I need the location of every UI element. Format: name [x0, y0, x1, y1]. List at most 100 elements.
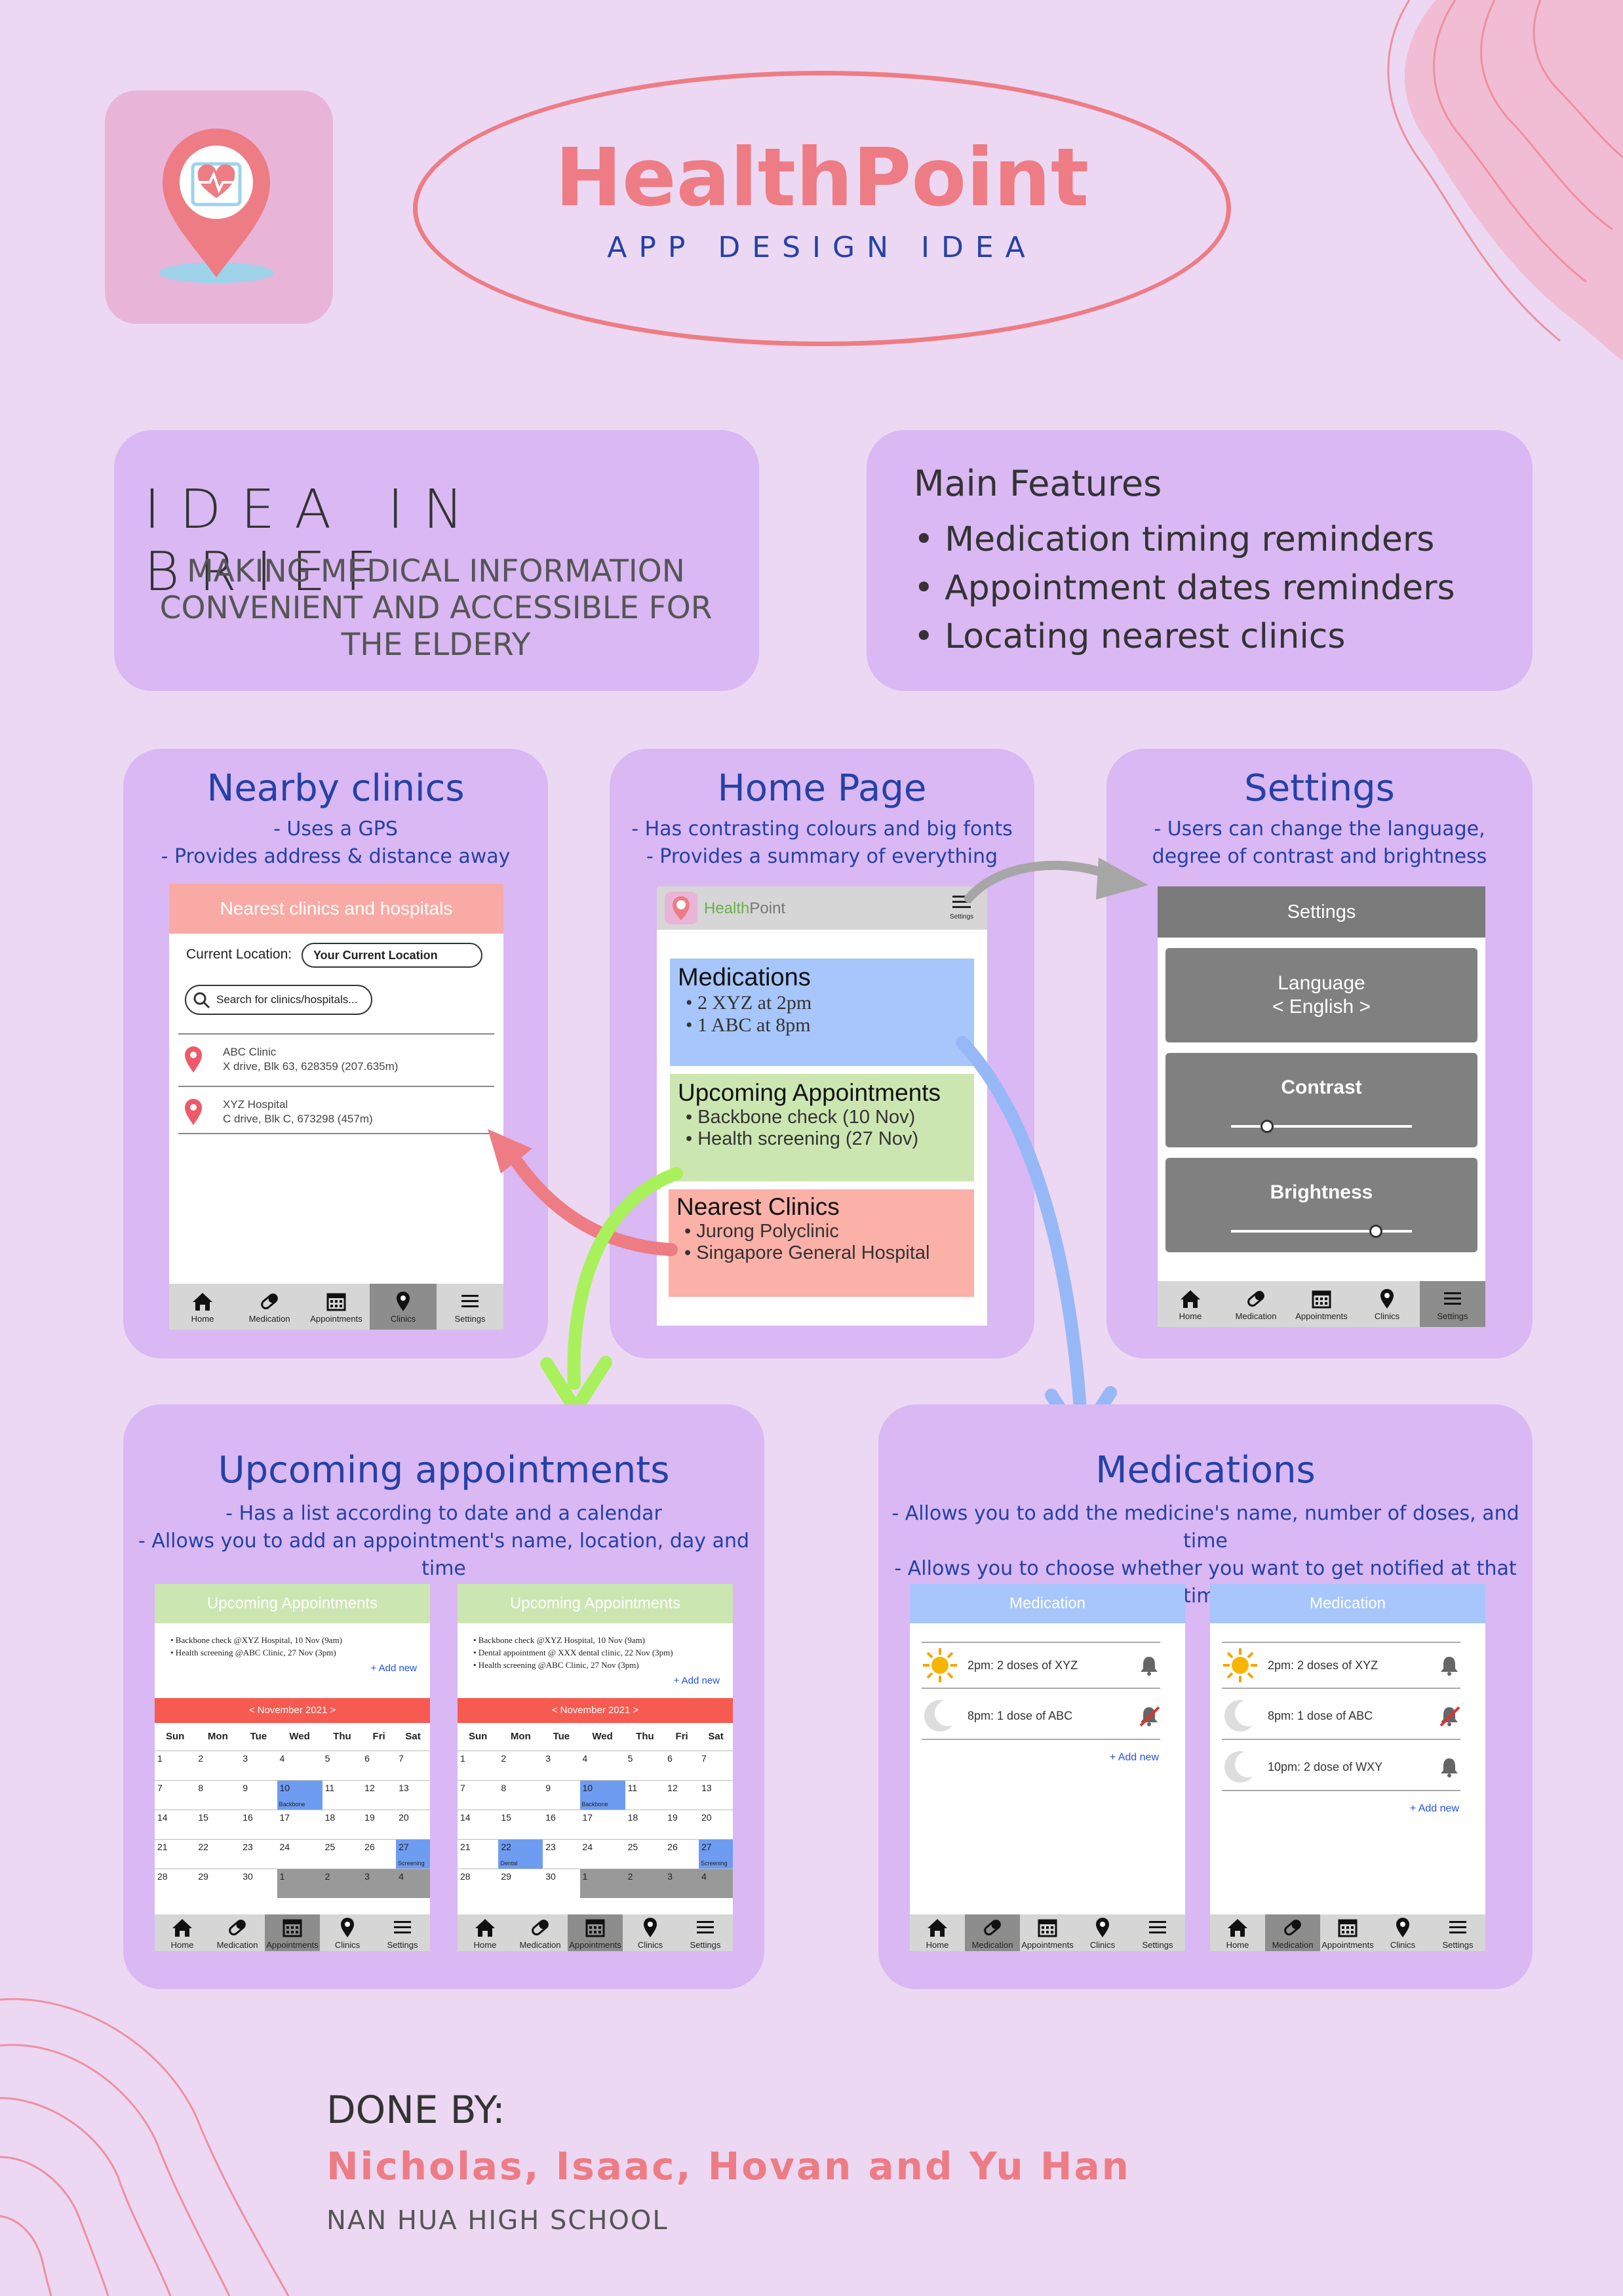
calendar-day[interactable]: 7 — [396, 1750, 430, 1780]
month-selector[interactable]: < November 2021 > — [155, 1698, 430, 1723]
calendar-day[interactable]: 12 — [665, 1779, 699, 1810]
calendar-day[interactable]: 5 — [625, 1750, 665, 1780]
medication-item[interactable]: 2pm: 2 doses of XYZ — [1222, 1642, 1460, 1689]
calendar-day[interactable]: 11 — [625, 1779, 665, 1810]
calendar-day[interactable]: 27 Screening — [396, 1838, 430, 1869]
calendar-day[interactable]: 4 — [699, 1868, 733, 1898]
calendar-day[interactable]: 2 — [498, 1750, 543, 1780]
calendar-day[interactable]: 18 — [322, 1809, 362, 1839]
appointment-item[interactable]: • Health screening @ABC Clinic, 27 Nov (… — [473, 1659, 673, 1671]
calendar-day[interactable]: 12 — [362, 1779, 397, 1810]
calendar-day[interactable]: 9 — [543, 1779, 580, 1810]
bell-icon[interactable] — [1438, 1756, 1460, 1778]
nav-item-home[interactable]: Home — [458, 1914, 513, 1951]
calendar-day[interactable]: 4 — [579, 1750, 625, 1780]
nav-item-settings[interactable]: Settings — [375, 1914, 430, 1951]
calendar-day[interactable]: 20 — [396, 1809, 430, 1839]
calendar-day[interactable]: 18 — [625, 1809, 665, 1839]
medication-item[interactable]: 8pm: 1 dose of ABC — [1222, 1693, 1460, 1740]
calendar-day[interactable]: 15 — [498, 1809, 543, 1839]
nav-item-home[interactable]: Home — [1210, 1914, 1265, 1951]
calendar-day[interactable]: 19 — [665, 1809, 699, 1839]
calendar-day[interactable]: 26 — [665, 1838, 699, 1869]
appointment-item[interactable]: • Backbone check @XYZ Hospital, 10 Nov (… — [170, 1634, 342, 1646]
calendar-day[interactable]: 23 — [543, 1838, 580, 1869]
calendar-day[interactable]: 2 — [625, 1868, 665, 1898]
nav-item-appointments[interactable]: Appointments — [1020, 1914, 1075, 1951]
calendar-day[interactable]: 28 — [155, 1868, 196, 1898]
calendar-day[interactable]: 22 Dental — [498, 1838, 543, 1869]
appointment-item[interactable]: • Health screening @ABC Clinic, 27 Nov (… — [170, 1646, 342, 1659]
calendar-day[interactable]: 8 — [498, 1779, 543, 1810]
calendar-day[interactable]: 22 — [195, 1838, 241, 1869]
calendar-day[interactable]: 17 — [277, 1809, 323, 1839]
calendar-day[interactable]: 1 — [458, 1750, 499, 1780]
nav-item-home[interactable]: Home — [910, 1914, 965, 1951]
calendar-day[interactable]: 29 — [498, 1868, 543, 1898]
calendar-day[interactable]: 27 Screening — [699, 1838, 733, 1869]
calendar-day[interactable]: 21 — [155, 1838, 196, 1869]
calendar-day[interactable]: 16 — [543, 1809, 580, 1839]
calendar-day[interactable]: 30 — [543, 1868, 580, 1898]
calendar-day[interactable]: 17 — [579, 1809, 625, 1839]
medication-item[interactable]: 8pm: 1 dose of ABC — [922, 1693, 1160, 1740]
calendar-day[interactable]: 1 — [579, 1868, 625, 1898]
calendar-day[interactable]: 7 — [699, 1750, 733, 1780]
calendar-day[interactable]: 19 — [362, 1809, 397, 1839]
appointment-item[interactable]: • Backbone check @XYZ Hospital, 10 Nov (… — [473, 1634, 673, 1646]
bell-off-icon[interactable] — [1438, 1705, 1460, 1727]
nav-item-settings[interactable]: Settings — [1430, 1914, 1485, 1951]
add-new-link[interactable]: + Add new — [1410, 1803, 1459, 1815]
calendar-day[interactable]: 3 — [240, 1750, 277, 1780]
add-new-link[interactable]: + Add new — [371, 1663, 417, 1674]
calendar-day[interactable]: 10 Backbone — [277, 1779, 323, 1810]
nav-item-clinics[interactable]: Clinics — [623, 1914, 678, 1951]
nav-item-medication[interactable]: Medication — [513, 1914, 568, 1951]
calendar-day[interactable]: 4 — [396, 1868, 430, 1898]
bell-icon[interactable] — [1438, 1654, 1460, 1676]
calendar-day[interactable]: 26 — [362, 1838, 397, 1869]
calendar-day[interactable]: 20 — [699, 1809, 733, 1839]
calendar-day[interactable]: 9 — [240, 1779, 277, 1810]
medication-item[interactable]: 10pm: 2 dose of WXY — [1222, 1744, 1460, 1791]
calendar-day[interactable]: 21 — [458, 1838, 499, 1869]
nav-item-clinics[interactable]: Clinics — [1075, 1914, 1130, 1951]
nav-item-appointments[interactable]: Appointments — [1320, 1914, 1375, 1951]
calendar-day[interactable]: 13 — [396, 1779, 430, 1810]
calendar-day[interactable]: 7 — [155, 1779, 196, 1810]
calendar-day[interactable]: 2 — [322, 1868, 362, 1898]
month-selector[interactable]: < November 2021 > — [458, 1698, 733, 1723]
nav-item-clinics[interactable]: Clinics — [1375, 1914, 1430, 1951]
calendar-day[interactable]: 6 — [665, 1750, 699, 1780]
add-new-link[interactable]: + Add new — [674, 1675, 720, 1686]
calendar-day[interactable]: 25 — [625, 1838, 665, 1869]
calendar-day[interactable]: 24 — [579, 1838, 625, 1869]
nav-item-medication[interactable]: Medication — [210, 1914, 265, 1951]
calendar-day[interactable]: 7 — [458, 1779, 499, 1810]
calendar-day[interactable]: 14 — [458, 1809, 499, 1839]
calendar-day[interactable]: 3 — [543, 1750, 580, 1780]
nav-item-clinics[interactable]: Clinics — [320, 1914, 375, 1951]
calendar-day[interactable]: 14 — [155, 1809, 196, 1839]
calendar-day[interactable]: 23 — [240, 1838, 277, 1869]
medication-item[interactable]: 2pm: 2 doses of XYZ — [922, 1642, 1160, 1689]
bell-off-icon[interactable] — [1138, 1705, 1160, 1727]
nav-item-settings[interactable]: Settings — [678, 1914, 733, 1951]
calendar-day[interactable]: 10 Backbone — [579, 1779, 625, 1810]
nav-item-appointments[interactable]: Appointments — [265, 1914, 320, 1951]
calendar-day[interactable]: 3 — [362, 1868, 397, 1898]
calendar-day[interactable]: 16 — [240, 1809, 277, 1839]
nav-item-settings[interactable]: Settings — [1130, 1914, 1185, 1951]
calendar-day[interactable]: 4 — [277, 1750, 323, 1780]
calendar-day[interactable]: 25 — [322, 1838, 362, 1869]
nav-item-medication[interactable]: Medication — [965, 1914, 1020, 1951]
calendar-day[interactable]: 29 — [195, 1868, 241, 1898]
calendar-day[interactable]: 11 — [322, 1779, 362, 1810]
calendar-day[interactable]: 28 — [458, 1868, 499, 1898]
nav-item-appointments[interactable]: Appointments — [568, 1914, 623, 1951]
calendar-day[interactable]: 3 — [665, 1868, 699, 1898]
calendar-day[interactable]: 1 — [277, 1868, 323, 1898]
calendar-day[interactable]: 6 — [362, 1750, 397, 1780]
nav-item-medication[interactable]: Medication — [1265, 1914, 1320, 1951]
calendar-day[interactable]: 5 — [322, 1750, 362, 1780]
